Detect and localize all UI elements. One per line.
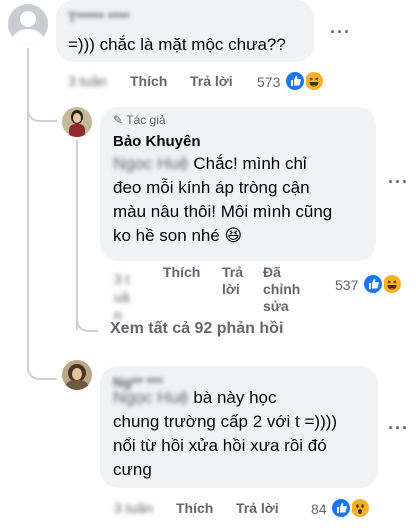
like-button[interactable]: Thích [176, 500, 213, 516]
like-reaction-icon [284, 70, 306, 92]
see-more-replies-link[interactable]: Xem tất cả 92 phản hồi [110, 320, 283, 338]
author-badge-label: Tác giả [126, 113, 166, 127]
haha-reaction-icon [303, 70, 325, 92]
comment-time[interactable]: 3 tuần [68, 73, 107, 89]
comment-bubble: Ng** *** Ngọc Huệ bà này học chung trườn… [100, 366, 378, 488]
thread-branch [27, 358, 57, 380]
avatar[interactable] [62, 360, 92, 390]
thread-branch [27, 100, 57, 122]
reply-button[interactable]: Trả lời [190, 73, 233, 89]
mention-link[interactable]: Ngoc Huệ [113, 154, 189, 173]
wow-reaction-icon [349, 497, 371, 519]
edited-label: Đã chỉnh sửa [263, 264, 301, 314]
reaction-count[interactable]: 537 [335, 277, 358, 293]
like-button[interactable]: Thích [163, 264, 200, 280]
avatar[interactable] [62, 107, 92, 137]
author-badge: ✎ Tác giả [113, 113, 166, 127]
thread-line [27, 48, 29, 358]
comment-author[interactable]: Bảo Khuyên [113, 133, 201, 150]
reply-button[interactable]: Trả lời [236, 500, 279, 516]
comment-author[interactable]: T***** **** [68, 9, 129, 25]
reaction-count[interactable]: 84 [311, 501, 327, 517]
more-options-icon[interactable]: ··· [388, 172, 409, 193]
thread-branch [76, 316, 98, 332]
comment-text: Ngọc Huệ bà này học chung trường cấp 2 v… [113, 388, 338, 479]
thread-line [76, 140, 78, 330]
like-button[interactable]: Thích [130, 73, 167, 89]
more-options-icon[interactable]: ··· [388, 418, 409, 439]
more-options-icon[interactable]: ··· [330, 22, 351, 43]
pencil-icon: ✎ [113, 113, 124, 127]
thread-line [27, 330, 29, 360]
comment-time[interactable]: 3 tuần [114, 270, 134, 324]
like-reaction-icon [362, 273, 384, 295]
avatar[interactable] [8, 4, 48, 44]
reply-button[interactable]: Trả lời [222, 264, 243, 298]
comment-text: Ngoc Huệ Chắc! mình chỉ đeo mỗi kính áp … [113, 154, 333, 245]
mention-link[interactable]: Ngọc Huệ [113, 388, 189, 407]
haha-reaction-icon [381, 273, 403, 295]
comment-text: =))) chắc là mặt mộc chưa?? [68, 35, 286, 54]
like-reaction-icon [330, 497, 352, 519]
comment-time[interactable]: 3 tuần [114, 500, 153, 516]
reaction-count[interactable]: 573 [257, 74, 280, 90]
comment-bubble: ✎ Tác giả Bảo Khuyên Ngoc Huệ Chắc! mình… [100, 107, 376, 261]
comment-bubble: T***** **** =))) chắc là mặt mộc chưa?? [56, 0, 314, 62]
